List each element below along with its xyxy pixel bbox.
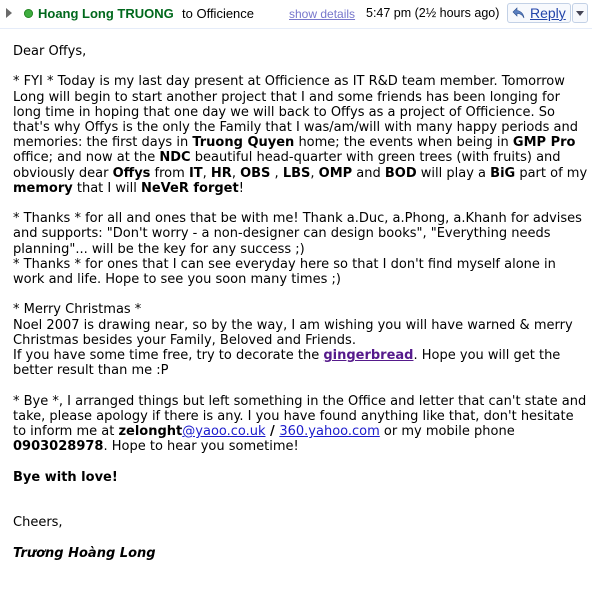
paragraph-thanks-2: * Thanks * for ones that I can see every…: [13, 256, 556, 288]
sender-name[interactable]: Hoang Long TRUONG: [38, 6, 174, 21]
closing: Cheers,: [13, 515, 63, 531]
bye-with-love: Bye with love!: [13, 469, 118, 485]
email-username: zelonght: [118, 424, 183, 440]
reply-button[interactable]: Reply: [507, 3, 571, 23]
gingerbread-link[interactable]: gingerbread: [323, 348, 413, 363]
more-actions-button[interactable]: [572, 3, 588, 23]
paragraph-thanks-1: * Thanks * for all and ones that be with…: [13, 211, 582, 257]
email-domain-link[interactable]: @yaoo.co.uk: [182, 424, 265, 439]
message-header: Hoang Long TRUONG to Officience show det…: [0, 0, 592, 29]
recipient-text: to Officience: [182, 6, 255, 21]
expand-arrow-icon[interactable]: [6, 8, 12, 18]
xmas-title: * Merry Christmas *: [13, 302, 142, 318]
show-details-link[interactable]: show details: [289, 7, 355, 21]
dropdown-arrow-icon: [576, 11, 584, 16]
paragraph-gingerbread: If you have some time free, try to decor…: [13, 348, 561, 379]
reply-arrow-icon: [512, 7, 525, 19]
signature: Trương Hoàng Long: [13, 545, 156, 561]
paragraph-xmas: Noel 2007 is drawing near, so by the way…: [13, 317, 573, 348]
reply-label: Reply: [530, 5, 566, 21]
email-body: Dear Offys, * FYI * Today is my last day…: [13, 44, 588, 561]
paragraph-bye: * Bye *, I arranged things but left some…: [13, 393, 587, 455]
message-timestamp: 5:47 pm (2½ hours ago): [366, 6, 500, 20]
phone-number: 0903028978: [13, 439, 104, 455]
paragraph-fyi: * FYI * Today is my last day present at …: [13, 74, 588, 196]
greeting: Dear Offys,: [13, 44, 87, 59]
yahoo-360-link[interactable]: 360.yahoo.com: [279, 424, 379, 439]
online-status-icon: [24, 9, 33, 18]
